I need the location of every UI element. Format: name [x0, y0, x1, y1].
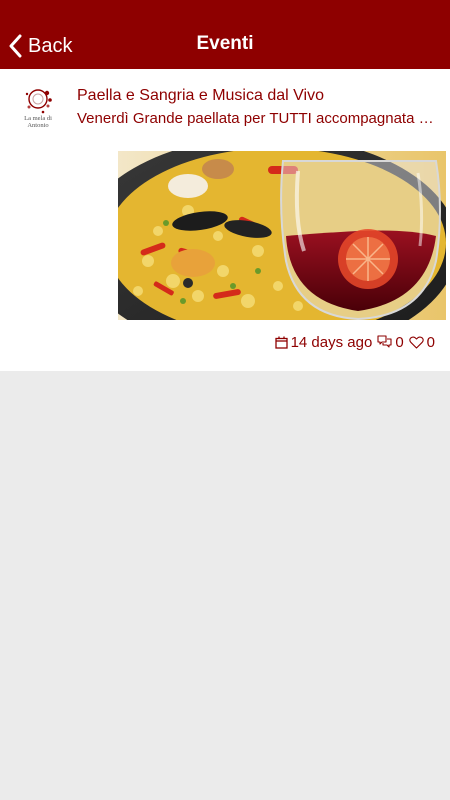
event-title[interactable]: Paella e Sangria e Musica dal Vivo	[77, 87, 437, 105]
comments-count: 0	[395, 333, 404, 351]
event-time-ago: 14 days ago	[290, 333, 373, 351]
svg-text:Antonio: Antonio	[27, 122, 48, 129]
event-photo[interactable]	[118, 151, 446, 320]
page-title: Eventi	[196, 33, 254, 54]
venue-logo: La mela di Antonio	[18, 86, 58, 130]
calendar-icon	[274, 336, 288, 349]
event-card[interactable]: La mela di Antonio Paella e Sangria e Mu…	[0, 69, 450, 371]
event-description: Venerdì Grande paellata per TUTTI accomp…	[77, 110, 437, 127]
comments-icon[interactable]	[377, 335, 392, 349]
nav-bar: Back Eventi	[0, 0, 450, 69]
heart-icon[interactable]	[408, 335, 424, 349]
event-meta: 14 days ago 0 0	[274, 332, 435, 352]
svg-text:La mela di: La mela di	[24, 115, 52, 122]
likes-count: 0	[426, 333, 435, 351]
